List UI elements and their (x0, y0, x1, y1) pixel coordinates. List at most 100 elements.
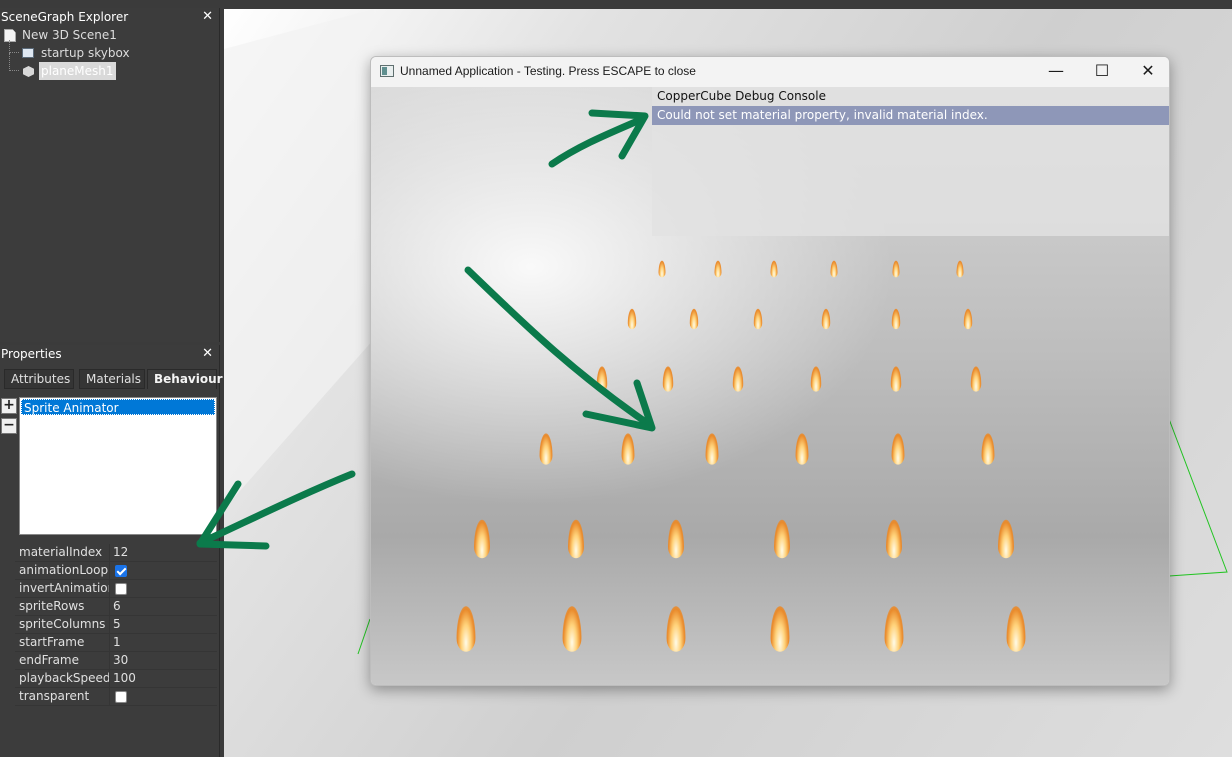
application-icon (380, 65, 394, 77)
fire-sprite (732, 366, 744, 392)
viewport-top-strip (224, 0, 1232, 9)
property-name: spriteColumns (19, 617, 106, 631)
property-row-materialindex[interactable]: materialIndex 12 (15, 544, 217, 562)
fire-sprite (714, 260, 722, 278)
property-name: playbackSpeedM (19, 671, 109, 685)
scenegraph-explorer-header: SceneGraph Explorer ✕ (0, 8, 219, 26)
fire-sprite (810, 366, 822, 392)
debug-console: CopperCube Debug Console Could not set m… (652, 87, 1169, 236)
property-value[interactable]: 12 (113, 544, 128, 561)
fire-sprite (892, 260, 900, 278)
fire-sprite (456, 606, 476, 652)
game-preview-window[interactable]: Unnamed Application - Testing. Press ESC… (370, 56, 1170, 686)
property-value[interactable]: 30 (113, 652, 128, 669)
behaviour-item-sprite-animator[interactable]: Sprite Animator (21, 399, 215, 415)
property-value[interactable]: 5 (113, 616, 121, 633)
fire-sprite (795, 433, 809, 465)
tree-node-label: startup skybox (41, 46, 130, 60)
tab-attributes[interactable]: Attributes (4, 369, 74, 389)
fire-sprite (970, 366, 982, 392)
property-value[interactable]: 1 (113, 634, 121, 651)
window-title-bar[interactable]: Unnamed Application - Testing. Press ESC… (371, 57, 1169, 87)
property-row-spritecolumns[interactable]: spriteColumns 5 (15, 616, 217, 634)
fire-sprite (963, 308, 973, 330)
property-divider (109, 652, 110, 670)
transparent-checkbox[interactable] (115, 691, 127, 703)
property-divider (109, 670, 110, 688)
property-value[interactable]: 6 (113, 598, 121, 615)
fire-sprite (474, 519, 490, 559)
skybox-icon (22, 48, 34, 58)
fire-sprite (753, 308, 763, 330)
fire-sprite (627, 308, 637, 330)
property-row-transparent[interactable]: transparent (15, 688, 217, 706)
fire-sprite (568, 519, 584, 559)
property-name: animationLoop (19, 563, 109, 577)
property-divider (109, 544, 110, 562)
property-divider (109, 688, 110, 706)
property-row-endframe[interactable]: endFrame 30 (15, 652, 217, 670)
tree-node-scene[interactable]: New 3D Scene1 (0, 26, 219, 44)
behaviour-list[interactable]: Sprite Animator (19, 397, 217, 535)
mesh-icon (23, 66, 34, 77)
property-name: transparent (19, 689, 90, 703)
tree-node-label-selected: planeMesh1 (39, 62, 116, 80)
tree-node-skybox[interactable]: startup skybox (0, 40, 219, 62)
scenegraph-explorer-title: SceneGraph Explorer (1, 10, 129, 24)
tree-node-planemesh[interactable]: planeMesh1 (0, 53, 219, 80)
properties-panel: Properties ✕ Attributes Materials Behavi… (0, 345, 223, 757)
fire-sprite (668, 519, 684, 559)
skybox-wall (224, 9, 374, 509)
tree-connector (9, 53, 19, 71)
fire-sprite (705, 433, 719, 465)
property-row-spriterows[interactable]: spriteRows 6 (15, 598, 217, 616)
property-name: spriteRows (19, 599, 85, 613)
close-icon[interactable]: ✕ (202, 8, 213, 26)
property-row-invertanimation[interactable]: invertAnimation (15, 580, 217, 598)
property-divider (109, 580, 110, 598)
maximize-button[interactable]: ☐ (1079, 57, 1125, 87)
property-divider (109, 598, 110, 616)
window-title: Unnamed Application - Testing. Press ESC… (400, 64, 696, 78)
scenegraph-explorer-panel: SceneGraph Explorer ✕ New 3D Scene1 star… (0, 8, 220, 342)
fire-sprite (891, 308, 901, 330)
remove-behaviour-button[interactable]: − (1, 418, 17, 434)
close-button[interactable]: ✕ (1125, 57, 1169, 87)
property-name: startFrame (19, 635, 85, 649)
tree-node-label: New 3D Scene1 (22, 28, 117, 42)
tab-materials[interactable]: Materials (79, 369, 145, 389)
invertanimation-checkbox[interactable] (115, 583, 127, 595)
debug-console-title: CopperCube Debug Console (657, 89, 826, 103)
fire-sprite (774, 519, 790, 559)
property-name: materialIndex (19, 545, 103, 559)
fire-sprite (890, 366, 902, 392)
fire-sprite (884, 606, 904, 652)
fire-sprite (596, 366, 608, 392)
gizmo-line (1168, 418, 1228, 577)
fire-sprite (562, 606, 582, 652)
property-value[interactable]: 100 (113, 670, 136, 687)
fire-sprite (821, 308, 831, 330)
property-divider (109, 616, 110, 634)
fire-sprite (891, 433, 905, 465)
tree-connector (9, 40, 19, 53)
add-behaviour-button[interactable]: + (1, 398, 17, 414)
gizmo-line (357, 618, 371, 655)
property-row-playbackspeed[interactable]: playbackSpeedM 100 (15, 670, 217, 688)
fire-sprite (981, 433, 995, 465)
close-icon[interactable]: ✕ (202, 345, 213, 363)
animationloop-checkbox[interactable] (115, 565, 127, 577)
property-row-animationloop[interactable]: animationLoop (15, 562, 217, 580)
property-row-startframe[interactable]: startFrame 1 (15, 634, 217, 652)
property-name: invertAnimation (19, 581, 109, 595)
fire-sprite (886, 519, 902, 559)
property-divider (109, 634, 110, 652)
fire-sprite (666, 606, 686, 652)
tab-behaviour[interactable]: Behaviour (147, 369, 223, 389)
property-name: endFrame (19, 653, 79, 667)
fire-sprite (621, 433, 635, 465)
fire-sprite (539, 433, 553, 465)
game-render-canvas[interactable]: CopperCube Debug Console Could not set m… (371, 87, 1169, 685)
minimize-button[interactable]: — (1033, 57, 1079, 87)
fire-sprite (1006, 606, 1026, 652)
